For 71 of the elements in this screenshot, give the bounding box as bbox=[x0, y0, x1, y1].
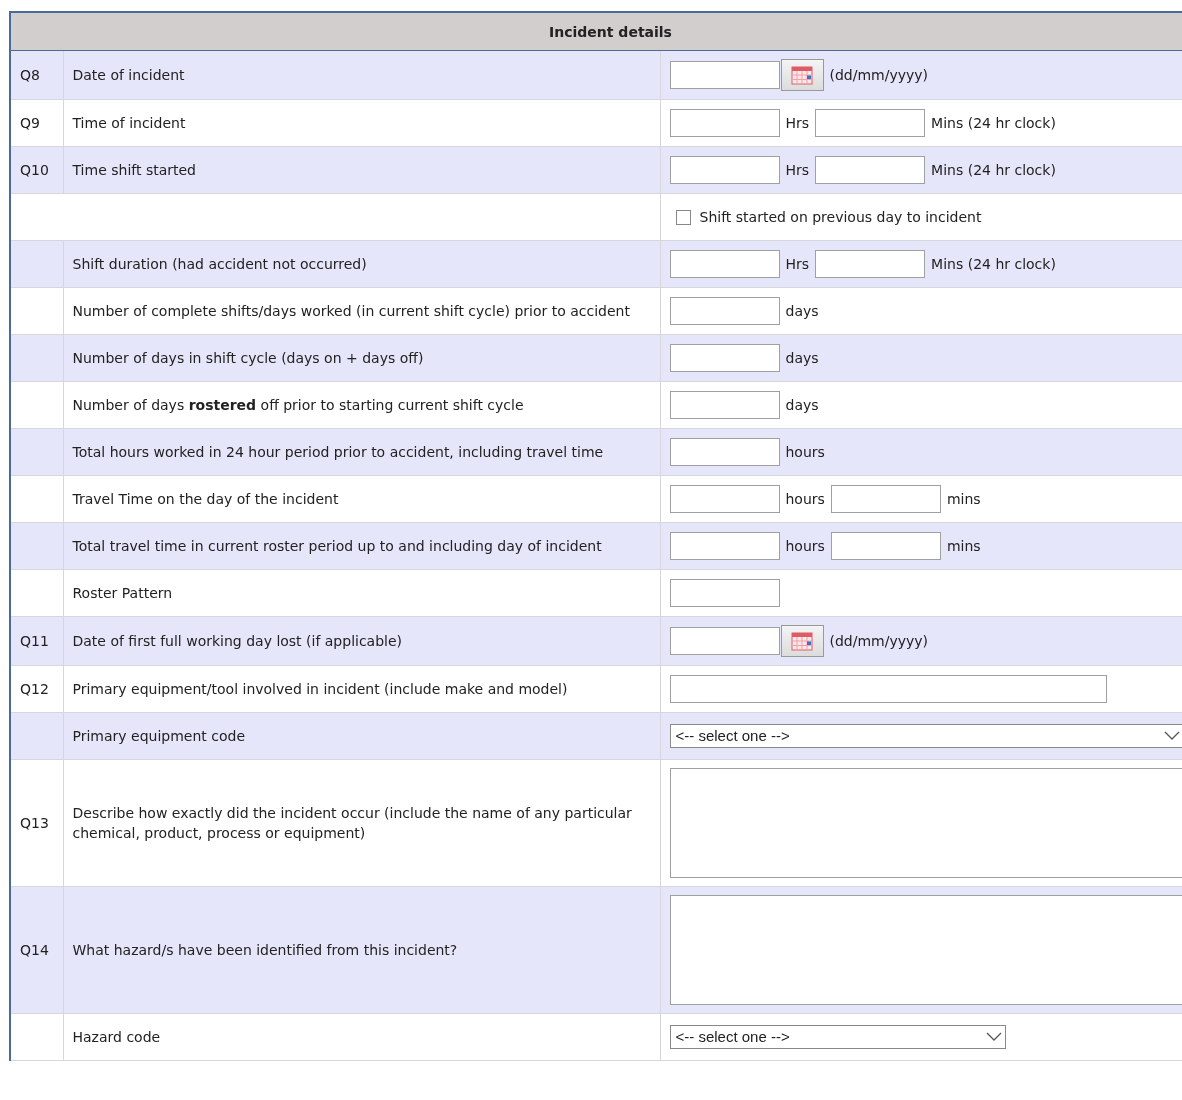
question-label: Time shift started bbox=[72, 162, 196, 178]
date-input[interactable] bbox=[669, 61, 780, 89]
question-label: Date of incident bbox=[72, 67, 185, 83]
question-label: Date of first full working day lost (if applicable) bbox=[72, 633, 403, 649]
unit-label: (dd/mm/yyyy) bbox=[829, 66, 929, 85]
unit-label: days bbox=[785, 349, 819, 368]
question-label: Time of incident bbox=[72, 115, 186, 131]
chevron-down-icon bbox=[985, 1032, 1002, 1042]
text-input[interactable] bbox=[830, 485, 941, 513]
text-input[interactable] bbox=[830, 532, 941, 560]
unit-label: Mins (24 hr clock) bbox=[931, 255, 1056, 274]
question-number: Q9 bbox=[20, 115, 40, 131]
text-input[interactable] bbox=[815, 109, 926, 137]
unit-label: Hrs bbox=[785, 114, 810, 133]
checkbox-label: Shift started on previous day to incident bbox=[699, 208, 982, 227]
question-label: What hazard/s have been identified from this incident? bbox=[72, 942, 458, 958]
text-input[interactable] bbox=[669, 579, 780, 607]
text-input[interactable] bbox=[669, 675, 1107, 703]
unit-label: hours bbox=[785, 490, 825, 509]
unit-label: Hrs bbox=[785, 161, 810, 180]
text-input[interactable] bbox=[669, 109, 780, 137]
question-number: Q14 bbox=[20, 942, 49, 958]
question-number: Q10 bbox=[20, 162, 49, 178]
question-label: Primary equipment code bbox=[72, 728, 246, 744]
unit-label: days bbox=[785, 396, 819, 415]
checkbox[interactable] bbox=[675, 209, 691, 225]
question-label: Travel Time on the day of the incident bbox=[72, 491, 339, 507]
text-input[interactable] bbox=[669, 156, 780, 184]
calendar-icon bbox=[791, 631, 813, 651]
question-label: Primary equipment/tool involved in incident (include make and model) bbox=[72, 681, 568, 697]
unit-label: mins bbox=[946, 490, 981, 509]
text-input[interactable] bbox=[669, 438, 780, 466]
text-input[interactable] bbox=[669, 344, 780, 372]
question-label: Number of days rostered off prior to starting current shift cycle bbox=[72, 397, 524, 413]
question-label: Roster Pattern bbox=[72, 585, 173, 601]
calendar-button[interactable] bbox=[780, 625, 824, 657]
calendar-button[interactable] bbox=[780, 59, 824, 91]
unit-label: days bbox=[785, 302, 819, 321]
dropdown[interactable]: <-- select one --> bbox=[669, 724, 1182, 748]
text-input[interactable] bbox=[815, 250, 926, 278]
text-input[interactable] bbox=[669, 250, 780, 278]
text-input[interactable] bbox=[669, 532, 780, 560]
unit-label: hours bbox=[785, 537, 825, 556]
section-header: Incident details bbox=[10, 12, 1182, 51]
text-input[interactable] bbox=[669, 485, 780, 513]
question-label: Number of days in shift cycle (days on + days off) bbox=[72, 350, 424, 366]
unit-label: (dd/mm/yyyy) bbox=[829, 632, 929, 651]
unit-label: hours bbox=[785, 443, 825, 462]
calendar-icon bbox=[791, 65, 813, 85]
question-number: Q13 bbox=[20, 815, 49, 831]
date-input[interactable] bbox=[669, 627, 780, 655]
text-input[interactable] bbox=[669, 297, 780, 325]
chevron-down-icon bbox=[1163, 731, 1180, 741]
unit-label: mins bbox=[946, 537, 981, 556]
question-label: Hazard code bbox=[72, 1029, 161, 1045]
question-label: Total travel time in current roster period up to and including day of incident bbox=[72, 538, 602, 554]
question-number: Q12 bbox=[20, 681, 49, 697]
text-area[interactable] bbox=[669, 895, 1182, 1005]
question-label: Number of complete shifts/days worked (in current shift cycle) prior to accident bbox=[72, 303, 630, 319]
text-area[interactable] bbox=[669, 768, 1182, 878]
unit-label: Mins (24 hr clock) bbox=[931, 161, 1056, 180]
text-input[interactable] bbox=[669, 391, 780, 419]
text-input[interactable] bbox=[815, 156, 926, 184]
dropdown[interactable]: <-- select one --> bbox=[669, 1025, 1006, 1049]
question-label: Shift duration (had accident not occurred) bbox=[72, 256, 367, 272]
unit-label: Hrs bbox=[785, 255, 810, 274]
question-number: Q8 bbox=[20, 67, 40, 83]
question-label: Total hours worked in 24 hour period prior to accident, including travel time bbox=[72, 444, 604, 460]
unit-label: Mins (24 hr clock) bbox=[931, 114, 1056, 133]
question-number: Q11 bbox=[20, 633, 49, 649]
question-label: Describe how exactly did the incident occur (include the name of any particular chemical, product, process or equipment) bbox=[72, 805, 632, 841]
